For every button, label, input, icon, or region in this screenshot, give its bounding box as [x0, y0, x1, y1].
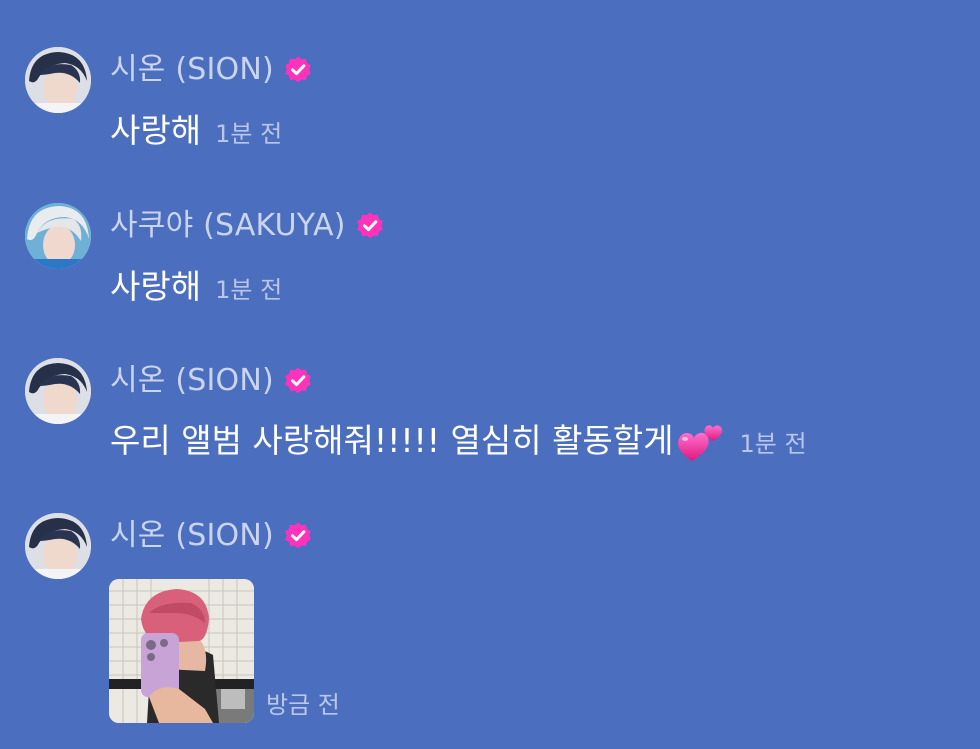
message-text: 우리 앨범 사랑해줘!!!!! 열심히 활동할게 — [110, 421, 674, 460]
two-hearts-icon — [676, 417, 726, 465]
verified-badge-icon — [283, 366, 313, 396]
avatar[interactable] — [25, 358, 91, 424]
author-name[interactable]: 시온 (SION) — [110, 50, 274, 90]
avatar[interactable] — [25, 513, 91, 579]
author-name[interactable]: 시온 (SION) — [110, 361, 274, 401]
author-row: 시온 (SION) — [110, 50, 313, 90]
author-name[interactable]: 사쿠야 (SAKUYA) — [110, 206, 346, 246]
verified-badge-icon — [283, 521, 313, 551]
author-row: 사쿠야 (SAKUYA) — [110, 206, 385, 246]
photo-attachment[interactable] — [109, 579, 254, 723]
author-row: 시온 (SION) — [110, 516, 313, 556]
message-text: 사랑해 — [110, 267, 202, 306]
message-row: 우리 앨범 사랑해줘!!!!! 열심히 활동할게 1분 전 — [110, 418, 807, 464]
verified-badge-icon — [355, 211, 385, 241]
avatar[interactable] — [25, 203, 91, 269]
author-name[interactable]: 시온 (SION) — [110, 516, 274, 556]
message-time: 방금 전 — [266, 691, 340, 719]
verified-badge-icon — [283, 55, 313, 85]
message-time: 1분 전 — [739, 429, 807, 458]
message-time: 1분 전 — [215, 275, 283, 304]
message-row: 사랑해 1분 전 — [110, 108, 282, 154]
message-time: 1분 전 — [215, 119, 283, 148]
message-text: 사랑해 — [110, 111, 202, 150]
author-row: 시온 (SION) — [110, 361, 313, 401]
message-row: 사랑해 1분 전 — [110, 264, 282, 310]
avatar[interactable] — [25, 47, 91, 113]
